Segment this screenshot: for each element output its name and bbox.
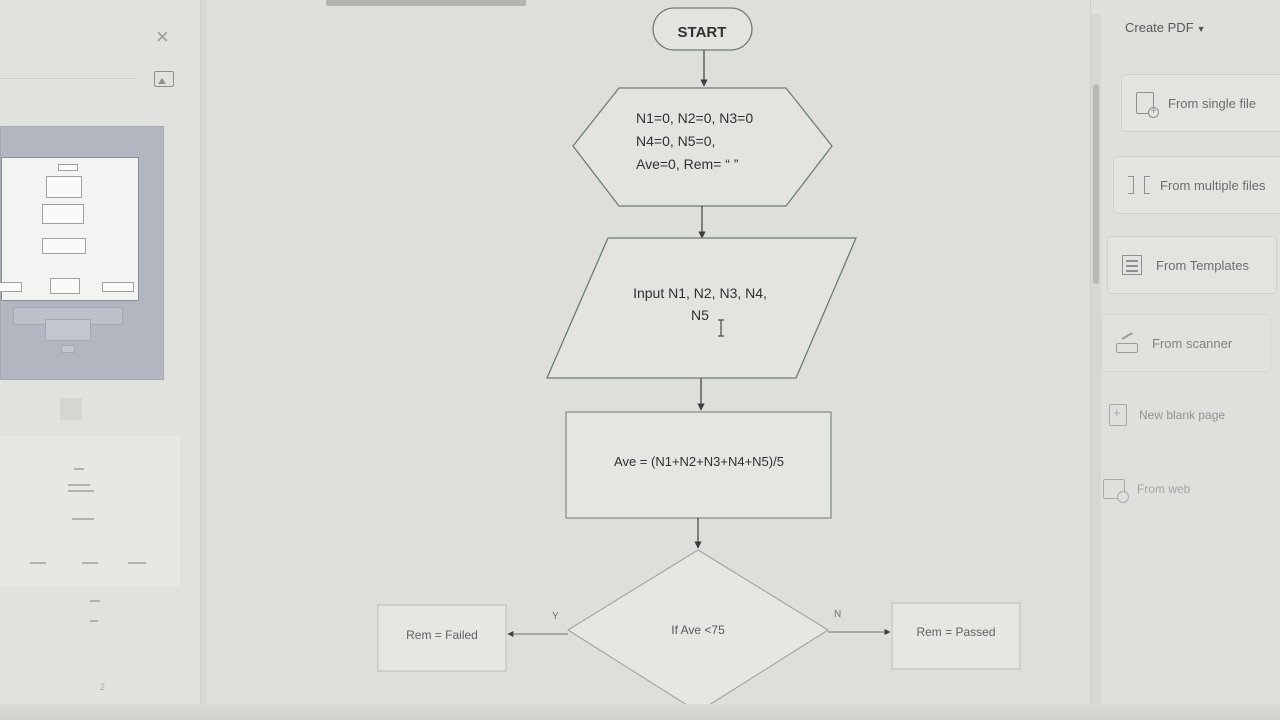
menu-from-templates[interactable]: From Templates	[1107, 236, 1277, 294]
thumb-line	[90, 600, 100, 602]
create-pdf-label: Create PDF	[1125, 20, 1194, 35]
no-label: N	[834, 609, 841, 620]
passed-result-label: Rem = Passed	[916, 625, 995, 639]
page-thumbnails-panel: × 2	[0, 0, 201, 720]
template-icon	[1122, 255, 1142, 275]
yes-label: Y	[552, 611, 559, 622]
panel-scrollbar[interactable]	[1091, 14, 1101, 714]
page-thumbnail-1-preview	[0, 157, 139, 301]
page-thumbnail-marker	[60, 398, 82, 420]
menu-label: New blank page	[1139, 408, 1226, 422]
document-plus-icon: +	[1136, 92, 1159, 118]
page-thumbnail-1[interactable]	[0, 126, 164, 380]
merge-files-icon	[1128, 174, 1150, 196]
close-icon[interactable]: ×	[156, 24, 169, 50]
web-page-icon	[1103, 479, 1129, 503]
init-line-1: N1=0, N2=0, N3=0	[636, 110, 753, 126]
page-number: 2	[100, 682, 106, 692]
panel-scrollbar-thumb[interactable]	[1093, 84, 1099, 284]
scanner-icon	[1116, 343, 1138, 353]
init-line-3: Ave=0, Rem= “ ”	[636, 156, 739, 172]
create-pdf-dropdown[interactable]: Create PDF ▼	[1125, 20, 1206, 35]
input-line-2: N5	[691, 307, 709, 323]
status-bar	[0, 704, 1280, 720]
chevron-down-icon: ▼	[1196, 24, 1206, 34]
thumb-line	[90, 620, 98, 622]
menu-from-multiple-files[interactable]: From multiple files	[1113, 156, 1280, 214]
init-line-2: N4=0, N5=0,	[636, 133, 715, 149]
menu-label: From Templates	[1156, 257, 1249, 273]
failed-result-label: Rem = Failed	[406, 628, 478, 642]
blank-page-icon	[1109, 404, 1127, 426]
start-label: START	[678, 24, 727, 41]
page-thumbnail-2[interactable]	[0, 436, 180, 586]
create-pdf-panel: Create PDF ▼ + From single file From mult…	[1090, 0, 1280, 720]
menu-from-scanner[interactable]: From scanner	[1101, 314, 1271, 372]
menu-label: From multiple files	[1160, 177, 1266, 193]
menu-new-blank-page[interactable]: New blank page	[1109, 400, 1225, 430]
menu-label: From web	[1137, 482, 1191, 496]
decision-label: If Ave <75	[671, 623, 725, 637]
menu-label: From single file	[1168, 95, 1257, 111]
menu-from-web[interactable]: From web	[1103, 474, 1190, 504]
input-line-1: Input N1, N2, N3, N4,	[633, 285, 767, 301]
menu-from-single-file[interactable]: + From single file	[1121, 74, 1280, 132]
document-canvas[interactable]: START N1=0, N2=0, N3=0 N4=0, N5=0, Ave=0…	[206, 0, 1090, 720]
process-label: Ave = (N1+N2+N3+N4+N5)/5	[614, 454, 784, 469]
panel-divider	[0, 78, 136, 79]
image-icon[interactable]	[154, 71, 174, 87]
flowchart: START N1=0, N2=0, N3=0 N4=0, N5=0, Ave=0…	[377, 7, 1021, 713]
menu-label: From scanner	[1152, 335, 1233, 351]
